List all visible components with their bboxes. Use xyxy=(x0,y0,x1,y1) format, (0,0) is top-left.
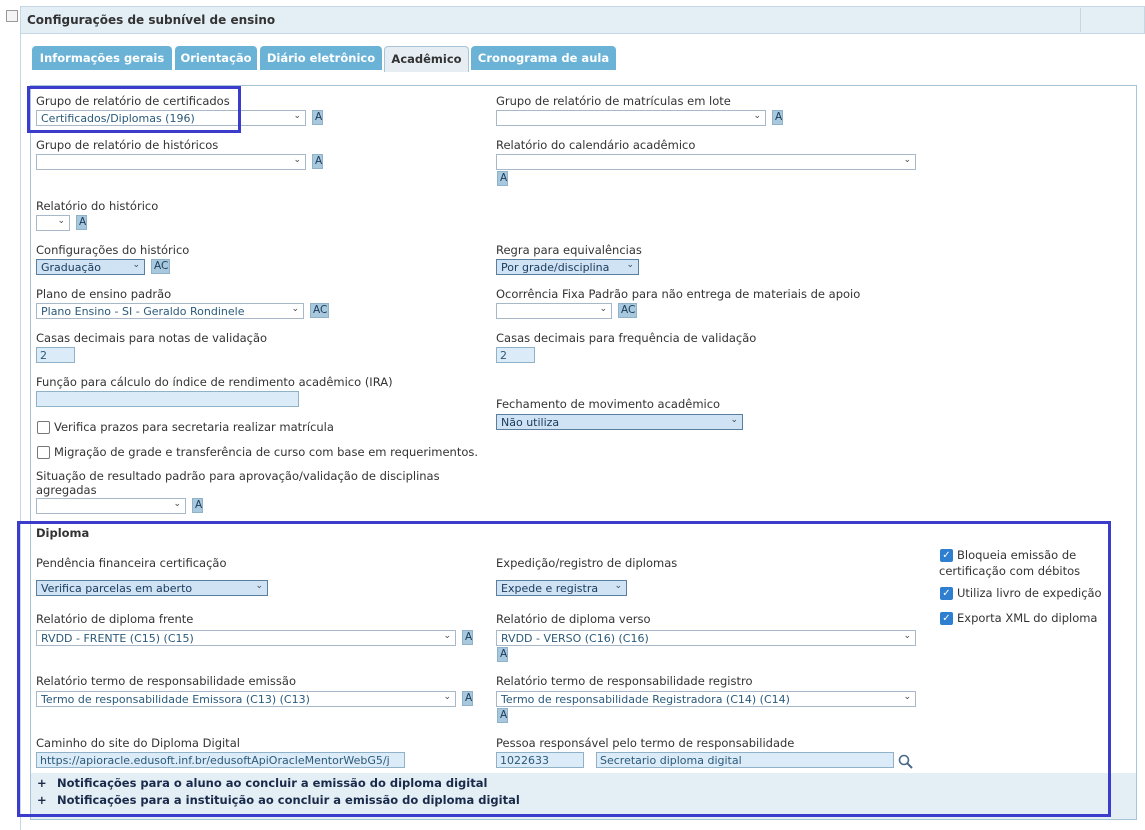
grupo-certificados-a-button[interactable]: A xyxy=(312,110,323,125)
tab-academico[interactable]: Acadêmico xyxy=(384,46,469,72)
regra-equivalencias-select[interactable]: Por grade/disciplina ⌄ xyxy=(496,259,639,275)
regra-equivalencias-label: Regra para equivalências xyxy=(496,243,642,257)
casas-notas-label: Casas decimais para notas de validação xyxy=(36,331,268,345)
chevron-down-icon: ⌄ xyxy=(132,260,140,270)
tab-informacoes-gerais[interactable]: Informações gerais xyxy=(32,46,172,70)
chevron-down-icon: ⌄ xyxy=(293,111,301,121)
ocorrencia-fixa-select[interactable]: ⌄ xyxy=(496,303,612,319)
relatorio-calendario-select[interactable]: ⌄ xyxy=(496,154,916,170)
fechamento-value: Não utiliza xyxy=(501,416,560,429)
highlight-box-diploma xyxy=(17,521,1111,817)
casas-frequencia-input[interactable]: 2 xyxy=(496,347,535,363)
chevron-down-icon: ⌄ xyxy=(599,304,607,314)
regra-equivalencias-value: Por grade/disciplina xyxy=(501,261,610,274)
plano-ensino-select[interactable]: Plano Ensino - SI - Geraldo Rondinele ⌄ xyxy=(36,303,304,319)
chevron-down-icon: ⌄ xyxy=(626,260,634,270)
fechamento-label: Fechamento de movimento acadêmico xyxy=(496,397,721,411)
relatorio-historico-select[interactable]: ⌄ xyxy=(36,215,70,231)
migracao-grade-label: Migração de grade e transferência de cur… xyxy=(54,445,479,459)
grupo-historicos-select[interactable]: ⌄ xyxy=(36,154,306,170)
plano-ensino-label: Plano de ensino padrão xyxy=(36,287,172,301)
chevron-down-icon: ⌄ xyxy=(293,155,301,165)
situacao-resultado-a-button[interactable]: A xyxy=(192,498,203,513)
config-historico-select[interactable]: Graduação ⌄ xyxy=(36,259,145,275)
config-historico-value: Graduação xyxy=(41,261,102,274)
casas-frequencia-label: Casas decimais para frequência de valida… xyxy=(496,331,757,345)
situacao-resultado-select[interactable]: ⌄ xyxy=(36,498,186,514)
grupo-matriculas-select[interactable]: ⌄ xyxy=(496,110,766,126)
chevron-down-icon: ⌄ xyxy=(753,111,761,121)
relatorio-calendario-label: Relatório do calendário acadêmico xyxy=(496,138,696,152)
ocorrencia-fixa-ac-button[interactable]: AC xyxy=(618,303,637,318)
casas-notas-input[interactable]: 2 xyxy=(36,347,75,363)
highlight-box-certificados xyxy=(27,86,241,133)
plano-ensino-ac-button[interactable]: AC xyxy=(310,303,329,318)
chevron-down-icon: ⌄ xyxy=(903,155,911,165)
panel-header-divider xyxy=(1080,8,1081,32)
verifica-prazos-checkbox[interactable] xyxy=(37,421,50,434)
chevron-down-icon: ⌄ xyxy=(57,216,65,226)
config-historico-ac-button[interactable]: AC xyxy=(151,259,170,274)
panel-title: Configurações de subnível de ensino xyxy=(27,13,276,27)
funcao-ira-input[interactable] xyxy=(36,391,299,407)
relatorio-historico-label: Relatório do histórico xyxy=(36,199,159,213)
situacao-resultado-label-1: Situação de resultado padrão para aprova… xyxy=(36,469,440,483)
tab-cronograma-aula[interactable]: Cronograma de aula xyxy=(471,46,616,70)
ocorrencia-fixa-label: Ocorrência Fixa Padrão para não entrega … xyxy=(496,287,861,301)
grupo-historicos-a-button[interactable]: A xyxy=(312,154,323,169)
chevron-down-icon: ⌄ xyxy=(291,304,299,314)
verifica-prazos-label: Verifica prazos para secretaria realizar… xyxy=(54,420,334,434)
grupo-matriculas-a-button[interactable]: A xyxy=(772,110,783,125)
tab-diario-eletronico[interactable]: Diário eletrônico xyxy=(260,46,382,70)
config-historico-label: Configurações do histórico xyxy=(36,243,190,257)
chevron-down-icon: ⌄ xyxy=(173,499,181,509)
panel-select-checkbox[interactable] xyxy=(6,10,18,22)
fechamento-select[interactable]: Não utiliza ⌄ xyxy=(496,414,743,430)
plano-ensino-value: Plano Ensino - SI - Geraldo Rondinele xyxy=(41,305,245,318)
relatorio-historico-a-button[interactable]: A xyxy=(76,215,87,230)
relatorio-calendario-a-button[interactable]: A xyxy=(497,171,508,186)
funcao-ira-label: Função para cálculo do índice de rendime… xyxy=(36,375,393,389)
migracao-grade-checkbox[interactable] xyxy=(37,446,50,459)
grupo-matriculas-label: Grupo de relatório de matrículas em lote xyxy=(496,94,731,108)
tab-orientacao[interactable]: Orientação xyxy=(175,46,257,70)
grupo-historicos-label: Grupo de relatório de históricos xyxy=(36,138,219,152)
situacao-resultado-label-2: agregadas xyxy=(36,483,97,497)
chevron-down-icon: ⌄ xyxy=(730,415,738,425)
